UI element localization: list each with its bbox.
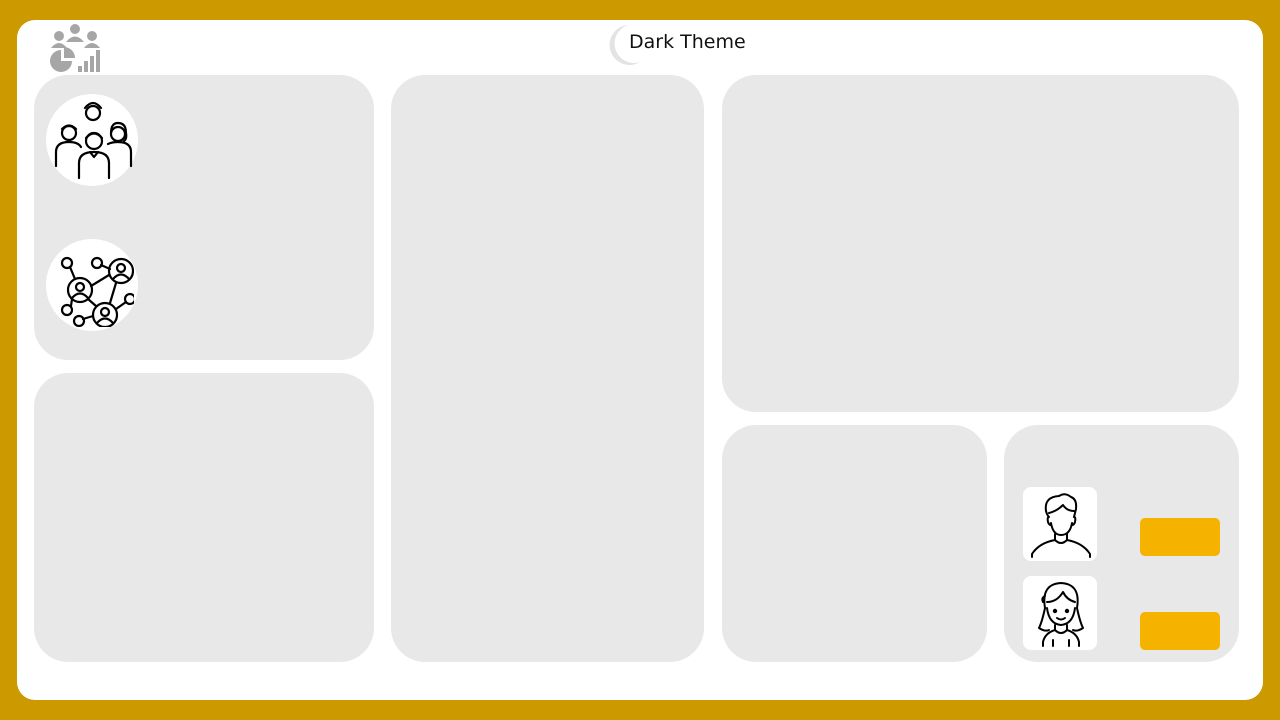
panel-top-left xyxy=(34,75,374,360)
group-people-icon xyxy=(46,94,138,186)
panel-top-right xyxy=(722,75,1239,412)
male-avatar-icon xyxy=(1023,487,1097,561)
dashboard-canvas: Dark Theme xyxy=(17,20,1263,700)
team-analytics-logo-icon xyxy=(49,22,105,74)
dark-theme-toggle[interactable]: Dark Theme xyxy=(600,22,746,66)
panel-bottom-middle-right xyxy=(722,425,987,662)
female-avatar-icon xyxy=(1023,576,1097,650)
female-avatar-action-button[interactable] xyxy=(1140,612,1220,650)
theme-toggle-label: Dark Theme xyxy=(629,31,746,53)
male-avatar-action-button[interactable] xyxy=(1140,518,1220,556)
panel-bottom-right xyxy=(1004,425,1239,662)
panel-center xyxy=(391,75,704,662)
people-network-icon xyxy=(46,239,138,331)
panel-bottom-left xyxy=(34,373,374,662)
